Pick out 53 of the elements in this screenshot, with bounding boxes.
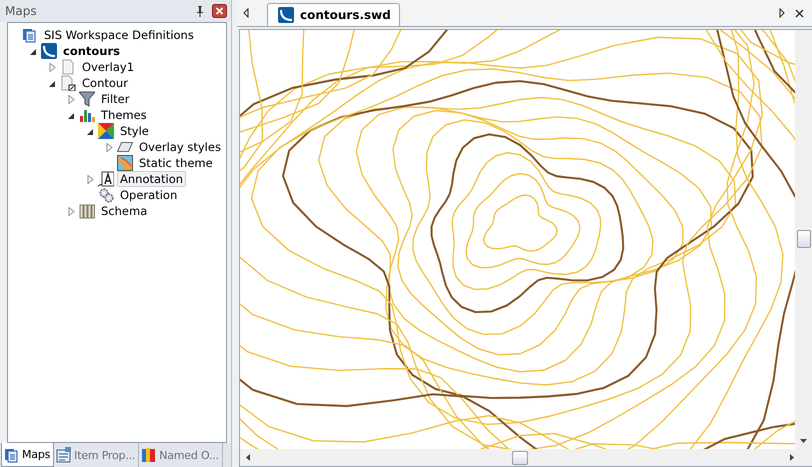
expanded-arrow-icon[interactable] xyxy=(87,126,94,136)
close-button[interactable] xyxy=(212,4,227,18)
tree-item[interactable]: Overlay1 xyxy=(79,59,138,75)
page-icon xyxy=(60,59,76,75)
tree-item[interactable]: contours xyxy=(60,43,124,59)
tree-item[interactable]: Style xyxy=(117,123,152,139)
collapsed-arrow-icon[interactable] xyxy=(68,206,75,216)
contour-map-drawing[interactable] xyxy=(240,30,795,449)
logo-icon xyxy=(278,7,294,23)
collapsed-arrow-icon[interactable] xyxy=(68,94,75,104)
tree-item[interactable]: Themes xyxy=(98,107,150,123)
collapsed-arrow-icon[interactable] xyxy=(49,62,56,72)
bar-chart-icon xyxy=(79,107,95,123)
expanded-arrow-icon[interactable] xyxy=(68,110,75,120)
tree-item[interactable]: Contour xyxy=(79,75,131,91)
scroll-left-icon[interactable] xyxy=(243,8,249,18)
workspace-icon xyxy=(22,27,38,43)
panel-title: Maps xyxy=(5,4,37,18)
logo-icon xyxy=(41,43,57,59)
pin-icon[interactable] xyxy=(196,6,204,16)
tree-item[interactable]: Static theme xyxy=(136,155,216,171)
columns-icon xyxy=(79,203,95,219)
panel-tab[interactable]: Named O... xyxy=(139,443,223,467)
document-tab[interactable]: contours.swd xyxy=(267,3,400,26)
tree-item[interactable]: Schema xyxy=(98,203,150,219)
scroll-right-icon[interactable] xyxy=(790,454,794,461)
workspace-icon xyxy=(4,446,20,462)
color-swatch-icon xyxy=(98,123,114,139)
panel-tab[interactable]: Item Prop... xyxy=(54,443,140,467)
expanded-arrow-icon[interactable] xyxy=(30,46,37,56)
expanded-arrow-icon[interactable] xyxy=(49,78,56,88)
tree-item[interactable]: Annotation xyxy=(117,171,186,187)
scroll-down-icon[interactable] xyxy=(800,439,807,443)
page-icon xyxy=(60,75,76,91)
filter-icon xyxy=(79,91,95,107)
panel-tab[interactable]: Maps xyxy=(1,443,54,467)
collapsed-arrow-icon[interactable] xyxy=(106,142,113,152)
thematic-map-icon xyxy=(117,155,133,171)
scrollbar-thumb[interactable] xyxy=(797,230,811,248)
properties-icon xyxy=(56,447,72,463)
close-icon[interactable] xyxy=(795,8,804,18)
collapsed-arrow-icon[interactable] xyxy=(87,174,94,184)
tree-item[interactable]: SIS Workspace Definitions xyxy=(41,27,197,43)
layer-icon xyxy=(117,139,133,155)
scroll-right-icon[interactable] xyxy=(779,8,785,18)
books-icon xyxy=(141,447,158,463)
tree-item[interactable]: Filter xyxy=(98,91,132,107)
tree-item[interactable]: Overlay styles xyxy=(136,139,224,155)
text-annotation-icon xyxy=(98,171,114,187)
gears-icon xyxy=(98,187,114,203)
tree-item[interactable]: Operation xyxy=(117,187,180,203)
scroll-left-icon[interactable] xyxy=(246,454,250,461)
scrollbar-thumb[interactable] xyxy=(512,450,528,464)
